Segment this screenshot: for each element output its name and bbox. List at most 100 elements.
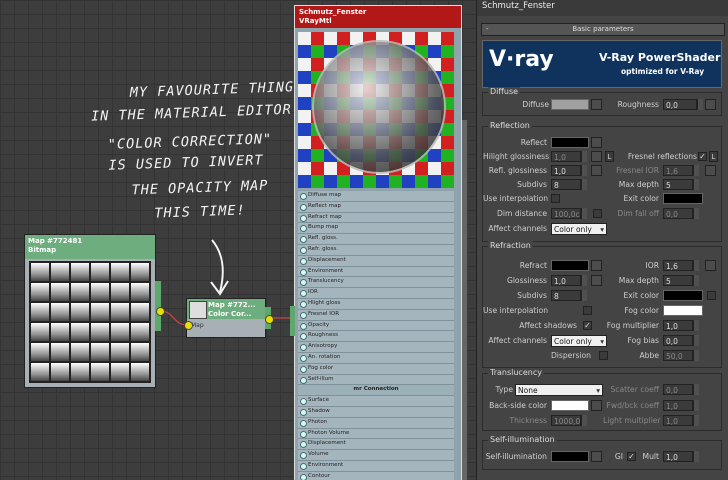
cc-output-dot[interactable] bbox=[265, 315, 274, 324]
material-slot[interactable]: Translucency bbox=[298, 277, 454, 289]
self-illum-color-swatch[interactable] bbox=[551, 451, 589, 462]
fog-multiplier-field[interactable]: 1,0 bbox=[663, 320, 693, 331]
fresnel-lock-button[interactable]: L bbox=[709, 151, 718, 162]
node-view-scrollbar[interactable] bbox=[462, 120, 467, 480]
fresnel-ior-map-button[interactable] bbox=[705, 165, 716, 176]
refl-max-depth-spinner[interactable] bbox=[693, 179, 699, 190]
hilight-gloss-spinner[interactable] bbox=[581, 151, 587, 162]
refr-use-interp-checkbox[interactable] bbox=[583, 306, 592, 315]
refract-map-button[interactable] bbox=[591, 260, 602, 271]
refl-use-interp-checkbox[interactable] bbox=[551, 194, 560, 203]
hilight-gloss-map-button[interactable] bbox=[591, 151, 602, 162]
mr-connection-separator[interactable]: mr Connection bbox=[298, 385, 454, 397]
material-slot[interactable]: Displacement bbox=[298, 255, 454, 267]
fog-bias-field[interactable]: 0,0 bbox=[663, 335, 693, 346]
fresnel-ior-field[interactable]: 1,6 bbox=[663, 165, 693, 176]
thickness-spinner[interactable] bbox=[581, 415, 587, 426]
refl-affect-channels-select[interactable]: Color only bbox=[551, 223, 607, 235]
fresnel-ior-spinner[interactable] bbox=[693, 165, 699, 176]
roughness-map-button[interactable] bbox=[705, 99, 716, 110]
fog-color-swatch[interactable] bbox=[663, 305, 703, 316]
backside-color-swatch[interactable] bbox=[551, 400, 589, 411]
material-slot[interactable]: Bump map bbox=[298, 223, 454, 235]
mr-slot[interactable]: Surface bbox=[298, 396, 454, 407]
abbe-spinner[interactable] bbox=[693, 350, 699, 361]
ior-spinner[interactable] bbox=[693, 260, 699, 271]
diffuse-color-swatch[interactable] bbox=[551, 99, 589, 110]
refr-exit-color-checkbox[interactable] bbox=[707, 291, 716, 300]
ior-map-button[interactable] bbox=[705, 260, 716, 271]
diffuse-map-button[interactable] bbox=[591, 99, 602, 110]
refr-gloss-field[interactable]: 1,0 bbox=[551, 275, 581, 286]
abbe-field[interactable]: 50,0 bbox=[663, 350, 693, 361]
mr-slot[interactable]: Environment bbox=[298, 460, 454, 472]
material-slot[interactable]: Roughness bbox=[298, 331, 454, 343]
dim-distance-spinner[interactable] bbox=[581, 208, 587, 219]
mr-slot[interactable]: Photon Volume bbox=[298, 428, 454, 440]
material-slot[interactable]: Fresnel IOR bbox=[298, 309, 454, 321]
dim-falloff-field[interactable]: 0,0 bbox=[663, 208, 693, 219]
thickness-field[interactable]: 1000,0 bbox=[551, 415, 581, 426]
scatter-coeff-spinner[interactable] bbox=[693, 384, 699, 395]
affect-shadows-checkbox[interactable]: ✓ bbox=[583, 321, 592, 330]
material-slot[interactable]: IOR bbox=[298, 288, 454, 299]
light-multiplier-field[interactable]: 1,0 bbox=[663, 415, 693, 426]
mr-slot[interactable]: Contour bbox=[298, 471, 454, 480]
dim-distance-field[interactable]: 100,0c bbox=[551, 208, 581, 219]
mult-field[interactable]: 1,0 bbox=[663, 451, 693, 462]
translucency-type-select[interactable]: None bbox=[515, 384, 603, 396]
material-slot[interactable]: Fog color bbox=[298, 363, 454, 375]
backside-map-button[interactable] bbox=[591, 400, 602, 411]
dim-distance-checkbox[interactable] bbox=[593, 209, 602, 218]
material-slot[interactable]: Hlight gloss bbox=[298, 298, 454, 310]
fresnel-checkbox[interactable]: ✓ bbox=[698, 152, 707, 161]
material-slot[interactable]: Reflect map bbox=[298, 201, 454, 213]
reflect-map-button[interactable] bbox=[591, 137, 602, 148]
dim-falloff-spinner[interactable] bbox=[693, 208, 699, 219]
ior-field[interactable]: 1,6 bbox=[663, 260, 693, 271]
bitmap-output-socket[interactable] bbox=[155, 281, 161, 331]
refl-gloss-field[interactable]: 1,0 bbox=[551, 165, 581, 176]
fog-bias-spinner[interactable] bbox=[693, 335, 699, 346]
material-slot[interactable]: An. rotation bbox=[298, 352, 454, 364]
gi-checkbox[interactable]: ✓ bbox=[627, 452, 636, 461]
bitmap-output-dot[interactable] bbox=[156, 307, 165, 316]
refl-gloss-spinner[interactable] bbox=[581, 165, 587, 176]
refr-max-depth-spinner[interactable] bbox=[693, 275, 699, 286]
mr-slot[interactable]: Volume bbox=[298, 450, 454, 461]
reflect-color-swatch[interactable] bbox=[551, 137, 589, 148]
rollout-basic-parameters[interactable]: - Basic parameters bbox=[481, 23, 725, 36]
node-view[interactable]: My favourite thing in the material edito… bbox=[0, 0, 476, 480]
refl-max-depth-field[interactable]: 5 bbox=[663, 179, 693, 190]
mult-spinner[interactable] bbox=[693, 451, 699, 462]
mr-slot[interactable]: Shadow bbox=[298, 406, 454, 418]
material-node[interactable]: Schmutz_Fenster VRayMtl Diffuse map Refle… bbox=[290, 5, 462, 480]
refract-color-swatch[interactable] bbox=[551, 260, 589, 271]
refr-exit-color-swatch[interactable] bbox=[663, 290, 703, 301]
material-slot[interactable]: Anisotropy bbox=[298, 342, 454, 353]
refr-gloss-spinner[interactable] bbox=[581, 275, 587, 286]
refr-gloss-map-button[interactable] bbox=[591, 275, 602, 286]
refr-affect-channels-select[interactable]: Color only bbox=[551, 335, 607, 347]
refr-max-depth-field[interactable]: 5 bbox=[663, 275, 693, 286]
scatter-coeff-field[interactable]: 0,0 bbox=[663, 384, 693, 395]
hilight-gloss-field[interactable]: 1,0 bbox=[551, 151, 581, 162]
material-slot[interactable]: Opacity bbox=[298, 320, 454, 332]
cc-input-dot[interactable] bbox=[184, 321, 193, 330]
color-correction-node[interactable]: Map #772... Color Cor... Map bbox=[186, 298, 271, 338]
refr-subdivs-spinner[interactable] bbox=[581, 290, 587, 301]
roughness-spinner[interactable] bbox=[697, 99, 703, 110]
mr-slot[interactable]: Photon bbox=[298, 417, 454, 429]
hilight-lock-button[interactable]: L bbox=[605, 151, 614, 162]
fwd-bck-coeff-spinner[interactable] bbox=[693, 400, 699, 411]
refr-subdivs-field[interactable]: 8 bbox=[551, 290, 581, 301]
material-slot[interactable]: Environment bbox=[298, 266, 454, 278]
material-slot[interactable]: Diffuse map bbox=[298, 191, 454, 202]
refl-subdivs-field[interactable]: 8 bbox=[551, 179, 581, 190]
material-slot[interactable]: Refract map bbox=[298, 212, 454, 224]
material-slot[interactable]: Self-illum bbox=[298, 374, 454, 386]
fwd-bck-coeff-field[interactable]: 1,0 bbox=[663, 400, 693, 411]
material-slot[interactable]: Refl. gloss. bbox=[298, 234, 454, 245]
roughness-field[interactable]: 0,0 bbox=[663, 99, 697, 110]
material-slot[interactable]: Refr. gloss. bbox=[298, 244, 454, 256]
